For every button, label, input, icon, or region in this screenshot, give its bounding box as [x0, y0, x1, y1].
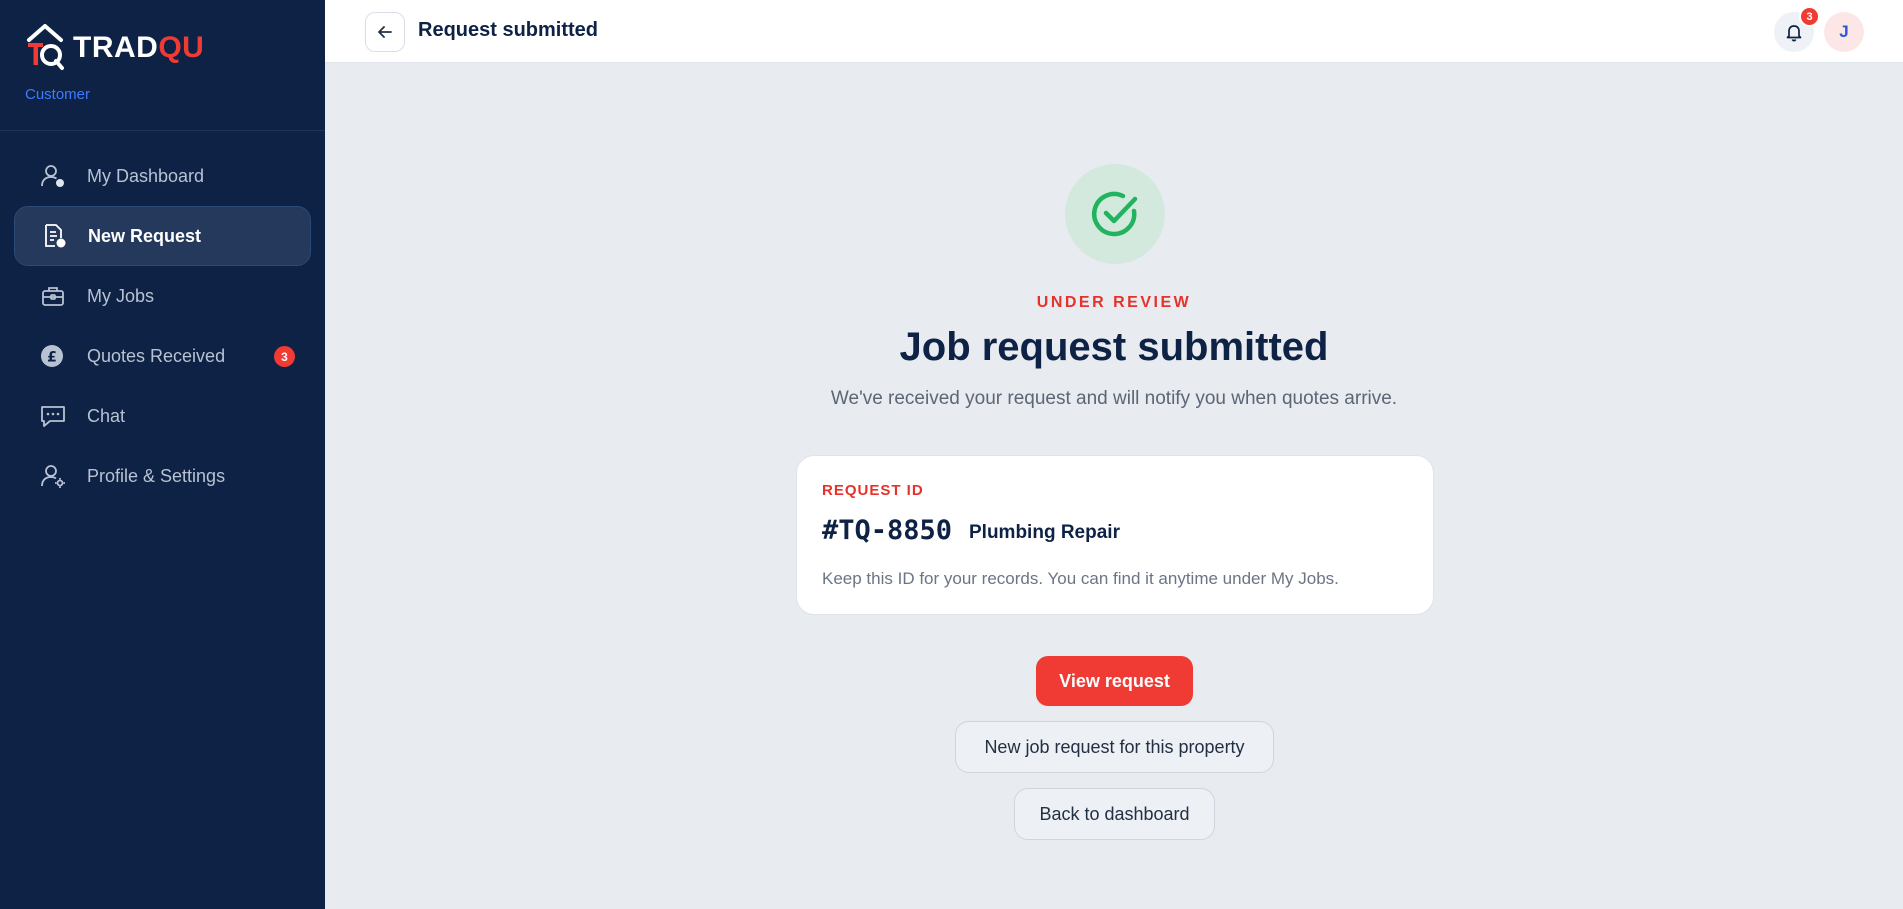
- success-indicator: [1065, 164, 1165, 264]
- sidebar-item-label: Chat: [87, 405, 126, 426]
- brand[interactable]: TRADQU: [25, 22, 204, 74]
- sidebar-item-label: Quotes Received: [87, 345, 226, 366]
- svg-text:£: £: [47, 350, 57, 366]
- request-type: Plumbing Repair: [969, 522, 1120, 543]
- topbar: Request submitted 3 J: [325, 0, 1903, 63]
- arrow-left-icon: [378, 26, 392, 38]
- sidebar-item-profile-settings[interactable]: Profile & Settings: [14, 446, 311, 506]
- back-button[interactable]: [365, 12, 405, 52]
- sidebar-item-label: My Dashboard: [87, 165, 205, 186]
- user-settings-icon: [38, 461, 68, 491]
- sidebar-item-new-request[interactable]: New Request: [14, 206, 311, 266]
- status-label: UNDER REVIEW: [1036, 294, 1192, 311]
- bell-icon: [1786, 25, 1802, 42]
- confirmation-subtext: We've received your request and will not…: [830, 388, 1398, 409]
- sidebar-nav: My Dashboard New Request My Jobs £ Quote…: [14, 146, 311, 506]
- user-role: Customer: [25, 86, 91, 103]
- page-title: Request submitted: [418, 19, 599, 41]
- notification-count-badge: 3: [1799, 6, 1820, 27]
- sidebar-item-chat[interactable]: Chat: [14, 386, 311, 446]
- sidebar-item-quotes-received[interactable]: £ Quotes Received 3: [14, 326, 311, 386]
- user-avatar[interactable]: J: [1824, 12, 1864, 52]
- sidebar-item-label: New Request: [88, 225, 202, 246]
- sidebar-item-label: My Jobs: [87, 285, 155, 306]
- brand-name: TRADQU: [73, 31, 205, 64]
- sidebar: TRADQU Customer My Dashboard New Request…: [0, 0, 325, 909]
- request-id-note: Keep this ID for your records. You can f…: [822, 569, 1339, 588]
- confirmation-headline: Job request submitted: [899, 325, 1329, 369]
- user-dashboard-icon: [38, 161, 68, 191]
- request-id-label: REQUEST ID: [822, 482, 924, 499]
- new-job-request-button[interactable]: New job request for this property: [955, 721, 1274, 773]
- document-new-icon: [39, 221, 69, 251]
- tradqu-logo-icon: [27, 24, 64, 70]
- quotes-count-badge: 3: [274, 346, 295, 367]
- check-circle-icon: [1091, 191, 1138, 237]
- sidebar-item-my-dashboard[interactable]: My Dashboard: [14, 146, 311, 206]
- sidebar-divider: [0, 130, 325, 131]
- back-to-dashboard-button[interactable]: Back to dashboard: [1014, 788, 1215, 840]
- pound-coin-icon: £: [38, 341, 68, 371]
- request-id-value: #TQ-8850: [822, 515, 953, 546]
- sidebar-item-label: Profile & Settings: [87, 465, 226, 486]
- briefcase-icon: [38, 281, 68, 311]
- request-id-card: REQUEST ID #TQ-8850 Plumbing Repair Keep…: [796, 455, 1434, 615]
- chat-bubble-icon: [38, 401, 68, 431]
- view-request-button[interactable]: View request: [1036, 656, 1193, 706]
- sidebar-item-my-jobs[interactable]: My Jobs: [14, 266, 311, 326]
